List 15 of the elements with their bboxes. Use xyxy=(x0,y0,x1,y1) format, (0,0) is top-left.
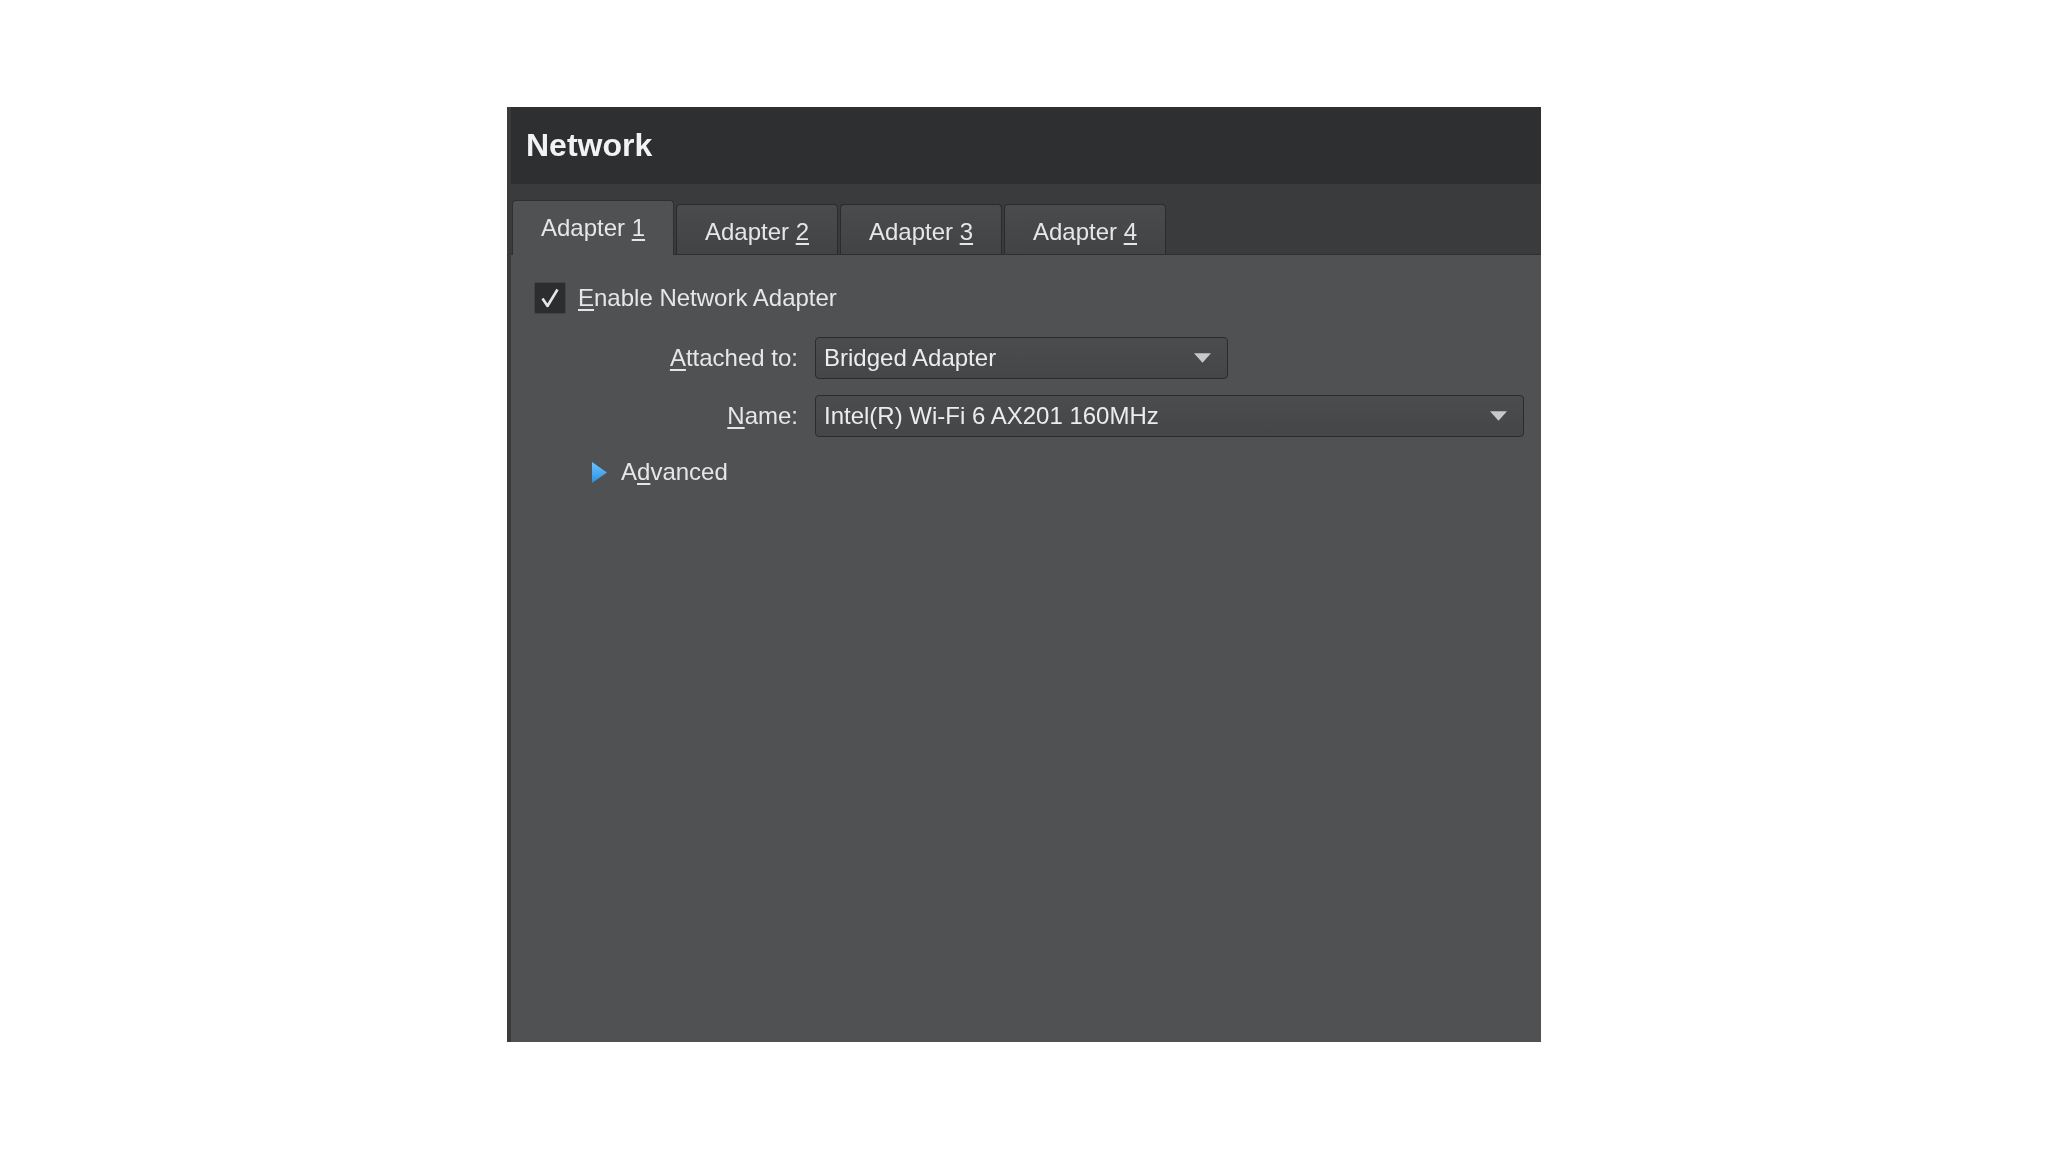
panel-title: Network xyxy=(526,127,653,164)
dropdown[interactable]: Bridged Adapter xyxy=(815,337,1228,379)
check-icon xyxy=(541,288,559,308)
checkbox[interactable] xyxy=(534,282,566,314)
adapter-tab[interactable]: Adapter 1 xyxy=(512,200,674,255)
adapter-tab[interactable]: Adapter 3 xyxy=(840,204,1002,254)
field-label: Attached to: xyxy=(669,344,798,372)
caret-icon xyxy=(1194,353,1211,363)
dropdown[interactable]: Intel(R) Wi-Fi 6 AX201 160MHz xyxy=(815,395,1524,437)
field-label: Name: xyxy=(727,402,798,430)
advanced-expander[interactable]: Advanced xyxy=(592,458,728,486)
caret-icon xyxy=(1490,411,1507,421)
checkbox-label[interactable]: Enable Network Adapter xyxy=(578,284,837,312)
adapter-tab[interactable]: Adapter 2 xyxy=(676,204,838,254)
adapter-tab[interactable]: Adapter 4 xyxy=(1004,204,1166,254)
